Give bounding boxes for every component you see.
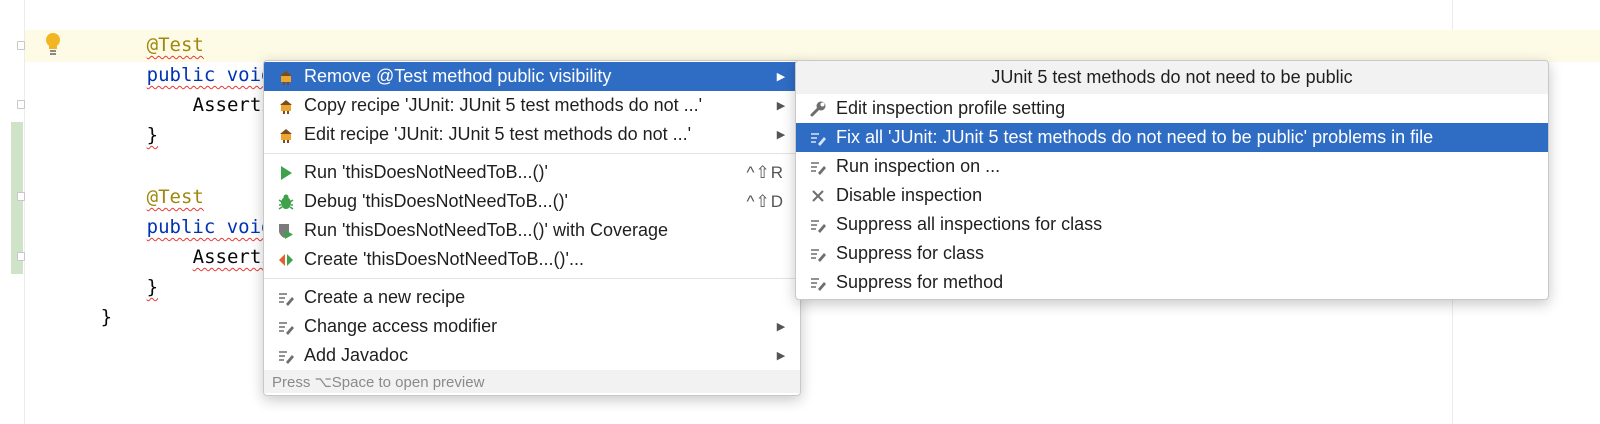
shortcut-label: ^⇧D	[746, 191, 784, 211]
menu-item-suppress-for-class[interactable]: Suppress for class	[796, 239, 1548, 268]
menu-item-edit-inspection-profile[interactable]: Edit inspection profile setting	[796, 94, 1548, 123]
inspection-submenu: JUnit 5 test methods do not need to be p…	[795, 60, 1549, 300]
menu-item-label: Suppress for method	[836, 272, 1004, 292]
brace-token: }	[100, 306, 113, 328]
intention-actions-popup: Remove @Test method public visibility ▶ …	[263, 60, 801, 396]
submenu-arrow-icon: ▶	[776, 129, 786, 141]
menu-item-fix-all-problems[interactable]: Fix all 'JUnit: JUnit 5 test methods do …	[796, 123, 1548, 152]
create-config-icon	[276, 250, 296, 270]
menu-item-suppress-for-method[interactable]: Suppress for method	[796, 268, 1548, 297]
menu-item-label: Suppress all inspections for class	[836, 214, 1103, 234]
menu-item-label: Run 'thisDoesNotNeedToB...()' with Cover…	[304, 220, 669, 240]
menu-item-label: Disable inspection	[836, 185, 983, 205]
code-line: }	[32, 272, 112, 362]
menu-item-label: Remove @Test method public visibility	[304, 66, 612, 86]
debug-icon	[276, 192, 296, 212]
menu-item-label: Suppress for class	[836, 243, 985, 263]
menu-item-suppress-all-for-class[interactable]: Suppress all inspections for class	[796, 210, 1548, 239]
menu-item-debug[interactable]: Debug 'thisDoesNotNeedToB...()' ^⇧D	[264, 187, 800, 216]
menu-item-label: Edit inspection profile setting	[836, 98, 1066, 118]
menu-separator	[264, 278, 800, 279]
menu-item-create-new-recipe[interactable]: Create a new recipe	[264, 283, 800, 312]
recipe-icon	[276, 125, 296, 145]
brace-token: }	[146, 124, 159, 146]
menu-item-run-inspection[interactable]: Run inspection on ...	[796, 152, 1548, 181]
menu-item-run[interactable]: Run 'thisDoesNotNeedToB...()' ^⇧R	[264, 158, 800, 187]
submenu-title: JUnit 5 test methods do not need to be p…	[796, 61, 1548, 94]
intention-icon	[808, 244, 828, 264]
shortcut-label: ^⇧R	[746, 162, 784, 182]
submenu-arrow-icon: ▶	[776, 100, 786, 112]
menu-item-change-access-modifier[interactable]: Change access modifier ▶	[264, 312, 800, 341]
menu-item-edit-recipe[interactable]: Edit recipe 'JUnit: JUnit 5 test methods…	[264, 120, 800, 149]
submenu-arrow-icon: ▶	[776, 71, 786, 83]
menu-separator	[264, 153, 800, 154]
menu-item-label: Debug 'thisDoesNotNeedToB...()'	[304, 191, 568, 211]
intention-icon	[808, 128, 828, 148]
recipe-icon	[276, 96, 296, 116]
menu-item-disable-inspection[interactable]: Disable inspection	[796, 181, 1548, 210]
wrench-icon	[808, 99, 828, 119]
preview-hint: Press ⌥Space to open preview	[264, 370, 800, 393]
menu-item-label: Copy recipe 'JUnit: JUnit 5 test methods…	[304, 95, 703, 115]
menu-item-label: Fix all 'JUnit: JUnit 5 test methods do …	[836, 127, 1434, 147]
intention-icon	[808, 157, 828, 177]
menu-item-label: Run 'thisDoesNotNeedToB...()'	[304, 162, 548, 182]
intention-icon	[276, 288, 296, 308]
menu-item-add-javadoc[interactable]: Add Javadoc ▶	[264, 341, 800, 370]
intention-icon	[808, 273, 828, 293]
submenu-arrow-icon: ▶	[776, 321, 786, 333]
brace-token: }	[146, 276, 159, 298]
intention-icon	[276, 346, 296, 366]
intention-icon	[276, 317, 296, 337]
menu-item-label: Create 'thisDoesNotNeedToB...()'...	[304, 249, 584, 269]
recipe-icon	[276, 67, 296, 87]
submenu-arrow-icon: ▶	[776, 350, 786, 362]
close-icon	[808, 186, 828, 206]
menu-item-run-with-coverage[interactable]: Run 'thisDoesNotNeedToB...()' with Cover…	[264, 216, 800, 245]
menu-item-label: Edit recipe 'JUnit: JUnit 5 test methods…	[304, 124, 692, 144]
menu-item-copy-recipe[interactable]: Copy recipe 'JUnit: JUnit 5 test methods…	[264, 91, 800, 120]
menu-item-label: Create a new recipe	[304, 287, 466, 307]
run-icon	[276, 163, 296, 183]
menu-item-label: Change access modifier	[304, 316, 498, 336]
menu-item-label: Run inspection on ...	[836, 156, 1001, 176]
menu-item-create-configuration[interactable]: Create 'thisDoesNotNeedToB...()'...	[264, 245, 800, 274]
intention-icon	[808, 215, 828, 235]
menu-item-remove-public-visibility[interactable]: Remove @Test method public visibility ▶	[264, 62, 800, 91]
menu-item-label: Add Javadoc	[304, 345, 409, 365]
coverage-icon	[276, 221, 296, 241]
